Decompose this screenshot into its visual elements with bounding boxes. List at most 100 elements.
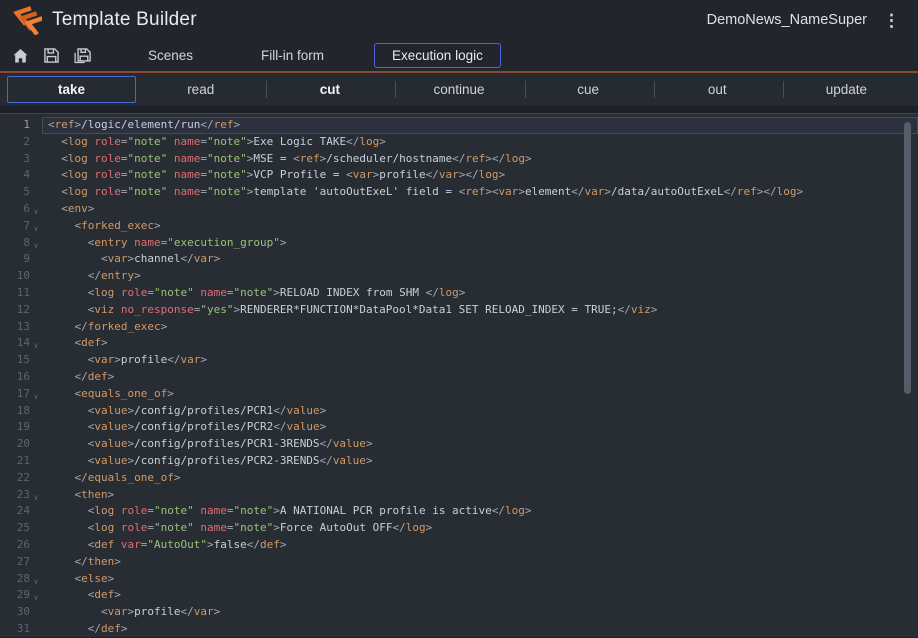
code-line[interactable]: 8∨ <entry name="execution_group"> bbox=[0, 235, 918, 252]
home-icon[interactable] bbox=[10, 47, 30, 65]
line-number: 22 bbox=[0, 470, 30, 487]
code-line[interactable]: 20 <value>/config/profiles/PCR1-3RENDS</… bbox=[0, 436, 918, 453]
line-number: 8 bbox=[0, 235, 30, 252]
fold-chevron-icon[interactable]: ∨ bbox=[30, 490, 42, 507]
fold-chevron-icon[interactable]: ∨ bbox=[30, 238, 42, 255]
line-number: 19 bbox=[0, 419, 30, 436]
fold-gutter bbox=[30, 187, 42, 204]
code-text: <value>/config/profiles/PCR2</value> bbox=[42, 419, 918, 436]
code-line[interactable]: 11 <log role="note" name="note">RELOAD I… bbox=[0, 285, 918, 302]
fold-gutter bbox=[30, 624, 42, 637]
code-line[interactable]: 2 <log role="note" name="note">Exe Logic… bbox=[0, 134, 918, 151]
fold-gutter bbox=[30, 406, 42, 423]
code-text: <viz no_response="yes">RENDERER*FUNCTION… bbox=[42, 302, 918, 319]
code-text: <log role="note" name="note">template 'a… bbox=[42, 184, 918, 201]
code-line[interactable]: 30 <var>profile</var> bbox=[0, 604, 918, 621]
code-text: <log role="note" name="note">A NATIONAL … bbox=[42, 503, 918, 520]
code-text: <def> bbox=[42, 335, 918, 352]
code-line[interactable]: 18 <value>/config/profiles/PCR1</value> bbox=[0, 403, 918, 420]
line-number: 31 bbox=[0, 621, 30, 637]
line-number: 29 bbox=[0, 587, 30, 604]
editor-top-divider bbox=[0, 106, 918, 114]
code-line[interactable]: 9 <var>channel</var> bbox=[0, 251, 918, 268]
toolbar-tabs: Scenes Fill-in form Execution logic bbox=[130, 43, 533, 68]
code-line[interactable]: 13 </forked_exec> bbox=[0, 319, 918, 336]
code-line[interactable]: 5 <log role="note" name="note">template … bbox=[0, 184, 918, 201]
code-line[interactable]: 21 <value>/config/profiles/PCR2-3RENDS</… bbox=[0, 453, 918, 470]
line-number: 5 bbox=[0, 184, 30, 201]
fold-gutter bbox=[30, 154, 42, 171]
fold-chevron-icon[interactable]: ∨ bbox=[30, 338, 42, 355]
code-text: <ref>/logic/element/run</ref> bbox=[42, 117, 918, 134]
code-line[interactable]: 25 <log role="note" name="note">Force Au… bbox=[0, 520, 918, 537]
code-line[interactable]: 12 <viz no_response="yes">RENDERER*FUNCT… bbox=[0, 302, 918, 319]
fold-chevron-icon[interactable]: ∨ bbox=[30, 590, 42, 607]
code-line[interactable]: 26 <def var="AutoOut">false</def> bbox=[0, 537, 918, 554]
logic-tab-continue[interactable]: continue bbox=[394, 76, 523, 103]
code-text: <log role="note" name="note">Exe Logic T… bbox=[42, 134, 918, 151]
fold-gutter bbox=[30, 322, 42, 339]
logic-tab-cut[interactable]: cut bbox=[265, 76, 394, 103]
code-line[interactable]: 19 <value>/config/profiles/PCR2</value> bbox=[0, 419, 918, 436]
fold-gutter bbox=[30, 540, 42, 557]
code-text: <value>/config/profiles/PCR1</value> bbox=[42, 403, 918, 420]
code-editor[interactable]: 1 <ref>/logic/element/run</ref>2 <log rol… bbox=[0, 114, 918, 637]
code-line[interactable]: 24 <log role="note" name="note">A NATION… bbox=[0, 503, 918, 520]
code-line[interactable]: 15 <var>profile</var> bbox=[0, 352, 918, 369]
code-line[interactable]: 16 </def> bbox=[0, 369, 918, 386]
code-text: <value>/config/profiles/PCR2-3RENDS</val… bbox=[42, 453, 918, 470]
code-line[interactable]: 7∨ <forked_exec> bbox=[0, 218, 918, 235]
code-line[interactable]: 22 </equals_one_of> bbox=[0, 470, 918, 487]
fold-chevron-icon[interactable]: ∨ bbox=[30, 389, 42, 406]
logic-tab-read[interactable]: read bbox=[136, 76, 265, 103]
kebab-menu-icon[interactable]: ⋮ bbox=[877, 12, 906, 29]
fold-chevron-icon[interactable]: ∨ bbox=[30, 221, 42, 238]
fold-gutter bbox=[30, 170, 42, 187]
code-text: <entry name="execution_group"> bbox=[42, 235, 918, 252]
line-number: 13 bbox=[0, 319, 30, 336]
logic-tab-cue[interactable]: cue bbox=[524, 76, 653, 103]
fold-chevron-icon[interactable]: ∨ bbox=[30, 204, 42, 221]
save-all-icon[interactable] bbox=[72, 47, 92, 65]
line-number: 9 bbox=[0, 251, 30, 268]
fold-gutter bbox=[30, 422, 42, 439]
code-line[interactable]: 28∨ <else> bbox=[0, 571, 918, 588]
code-line[interactable]: 31 </def> bbox=[0, 621, 918, 637]
fold-gutter bbox=[30, 473, 42, 490]
line-number: 28 bbox=[0, 571, 30, 588]
code-line[interactable]: 10 </entry> bbox=[0, 268, 918, 285]
toolbar-tab-fill-in-form[interactable]: Fill-in form bbox=[243, 43, 342, 68]
code-line[interactable]: 29∨ <def> bbox=[0, 587, 918, 604]
fold-gutter bbox=[30, 355, 42, 372]
code-text: <then> bbox=[42, 487, 918, 504]
toolbar-tab-execution-logic[interactable]: Execution logic bbox=[374, 43, 501, 68]
line-number: 15 bbox=[0, 352, 30, 369]
fold-chevron-icon[interactable]: ∨ bbox=[30, 574, 42, 591]
logic-tab-take[interactable]: take bbox=[7, 76, 136, 103]
code-text: <def var="AutoOut">false</def> bbox=[42, 537, 918, 554]
code-line[interactable]: 14∨ <def> bbox=[0, 335, 918, 352]
vertical-scrollbar-thumb[interactable] bbox=[904, 122, 911, 394]
fold-gutter bbox=[30, 607, 42, 624]
code-line[interactable]: 6∨ <env> bbox=[0, 201, 918, 218]
toolbar-tab-scenes[interactable]: Scenes bbox=[130, 43, 211, 68]
logic-tab-out[interactable]: out bbox=[653, 76, 782, 103]
code-line[interactable]: 17∨ <equals_one_of> bbox=[0, 386, 918, 403]
logic-tab-update[interactable]: update bbox=[782, 76, 911, 103]
code-text: <var>profile</var> bbox=[42, 604, 918, 621]
code-line[interactable]: 23∨ <then> bbox=[0, 487, 918, 504]
code-line[interactable]: 1 <ref>/logic/element/run</ref> bbox=[0, 117, 918, 134]
save-icon[interactable] bbox=[41, 47, 61, 65]
code-text: </forked_exec> bbox=[42, 319, 918, 336]
fold-gutter bbox=[30, 456, 42, 473]
toolbar: Scenes Fill-in form Execution logic bbox=[0, 40, 918, 71]
app-header: Template Builder DemoNews_NameSuper ⋮ bbox=[0, 0, 918, 40]
line-number: 1 bbox=[0, 117, 30, 134]
line-number: 30 bbox=[0, 604, 30, 621]
line-number: 24 bbox=[0, 503, 30, 520]
code-line[interactable]: 3 <log role="note" name="note">MSE = <re… bbox=[0, 151, 918, 168]
code-text: <var>channel</var> bbox=[42, 251, 918, 268]
code-line[interactable]: 27 </then> bbox=[0, 554, 918, 571]
code-line[interactable]: 4 <log role="note" name="note">VCP Profi… bbox=[0, 167, 918, 184]
code-text: <log role="note" name="note">VCP Profile… bbox=[42, 167, 918, 184]
